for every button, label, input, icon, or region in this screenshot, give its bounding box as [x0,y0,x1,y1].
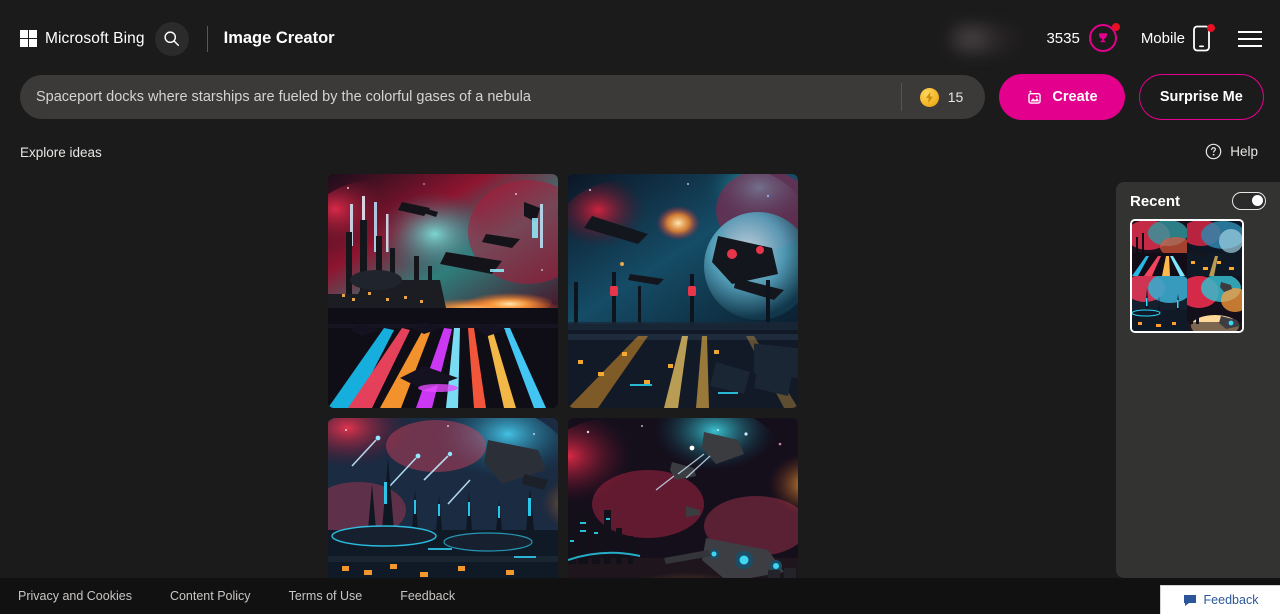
create-button-label: Create [1052,89,1098,105]
create-button[interactable]: Create [999,74,1125,120]
help-label: Help [1230,144,1258,159]
image-sparkle-icon [1028,89,1042,104]
hamburger-menu-icon[interactable] [1238,30,1262,47]
question-circle-icon [1205,143,1222,160]
result-image-3[interactable] [328,418,558,583]
surprise-me-label: Surprise Me [1159,89,1243,105]
brand-label: Microsoft Bing [45,29,145,47]
mobile-button[interactable]: Mobile [1140,23,1215,53]
recent-thumb-cell-2 [1187,221,1242,276]
search-button[interactable] [154,21,189,56]
page-title: Image Creator [223,29,335,47]
prompt-toolbar: 15 Create Surprise Me [20,74,1264,120]
result-image-1[interactable] [328,174,558,408]
mobile-label: Mobile [1140,30,1185,47]
rewards-points: 3535 [1046,30,1080,47]
rewards-badge [1088,22,1120,54]
bing-brand[interactable]: Microsoft Bing [20,30,145,48]
search-icon [164,31,180,47]
recent-thumb-cell-1 [1132,221,1187,276]
speech-bubble-icon [1183,594,1196,606]
recent-toggle[interactable] [1232,192,1266,210]
feedback-widget[interactable]: Feedback [1160,585,1280,614]
microsoft-logo-icon [20,30,37,47]
recent-thumb-cell-4 [1187,276,1242,331]
boost-count: 15 [947,89,964,105]
footer-link-terms[interactable]: Terms of Use [289,589,363,603]
rewards-button[interactable]: 3535 [1046,22,1120,54]
boost-coin-icon [919,87,939,107]
surprise-me-button[interactable]: Surprise Me [1138,74,1264,120]
rewards-notification-dot [1111,22,1120,31]
footer: Privacy and Cookies Content Policy Terms… [0,578,1280,614]
top-header: Microsoft Bing Image Creator 3535 Mobile [0,0,1280,77]
blurred-account-chip[interactable] [948,23,1027,54]
feedback-widget-label: Feedback [1203,593,1259,607]
result-image-4[interactable] [568,418,798,583]
prompt-input[interactable] [20,89,901,105]
recent-thumbnail[interactable] [1130,219,1244,333]
results-grid [328,174,798,583]
header-divider [206,25,208,52]
result-image-2[interactable] [568,174,798,408]
footer-link-feedback[interactable]: Feedback [400,589,455,603]
help-button[interactable]: Help [1205,143,1258,160]
recent-panel: Recent [1116,182,1280,578]
recent-header: Recent [1130,192,1266,210]
header-actions: 3535 Mobile [948,22,1280,54]
phone-badge [1192,23,1215,53]
image-creator-page: Microsoft Bing Image Creator 3535 Mobile… [0,0,1280,614]
mobile-notification-dot [1207,23,1215,32]
boost-counter[interactable]: 15 [902,87,986,107]
footer-link-privacy[interactable]: Privacy and Cookies [18,589,132,603]
recent-thumb-cell-3 [1132,276,1187,331]
prompt-box: 15 [20,75,986,119]
explore-ideas-link[interactable]: Explore ideas [20,145,102,160]
recent-title: Recent [1130,192,1181,210]
footer-link-content-policy[interactable]: Content Policy [170,589,251,603]
subheader: Explore ideas Help [0,143,1280,167]
